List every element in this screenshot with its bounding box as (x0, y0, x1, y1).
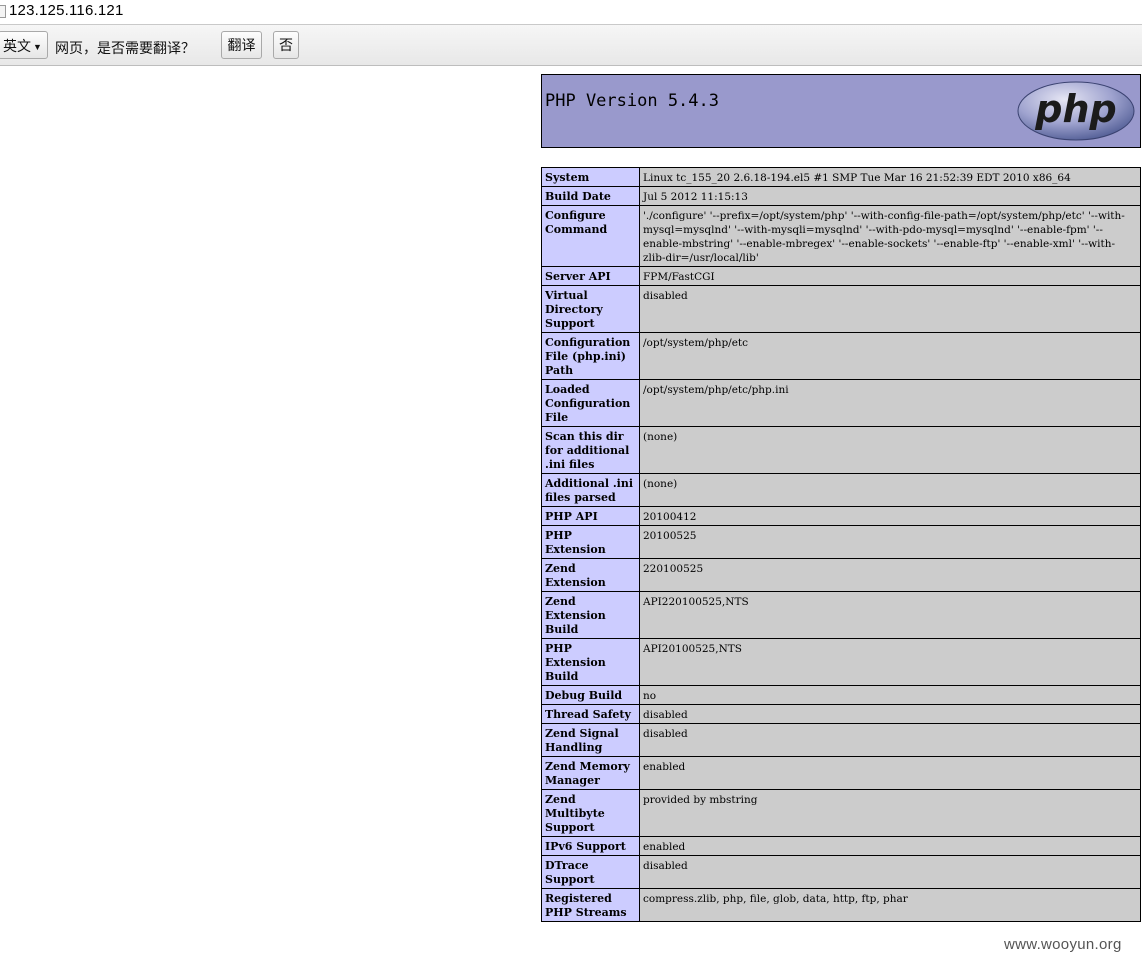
row-value: 20100412 (639, 506, 1141, 526)
row-value: no (639, 685, 1141, 705)
translate-button[interactable]: 翻译 (221, 31, 262, 59)
table-row: Configuration File (php.ini) Path/opt/sy… (541, 332, 1141, 380)
row-label: PHP Extension (541, 525, 640, 559)
row-label: Zend Extension Build (541, 591, 640, 639)
table-row: Zend Signal Handling disabled (541, 723, 1141, 757)
row-label: Configuration File (php.ini) Path (541, 332, 640, 380)
row-value: API20100525,NTS (639, 638, 1141, 686)
table-row: Build Date Jul 5 2012 11:15:13 (541, 186, 1141, 206)
no-button[interactable]: 否 (273, 31, 299, 59)
row-label: Server API (541, 266, 640, 286)
row-value: disabled (639, 285, 1141, 333)
address-text[interactable]: 123.125.116.121 (9, 2, 124, 19)
row-label: Zend Extension (541, 558, 640, 592)
row-value: /opt/system/php/etc/php.ini (639, 379, 1141, 427)
table-row: Additional .ini files parsed (none) (541, 473, 1141, 507)
row-value: API220100525,NTS (639, 591, 1141, 639)
row-value: disabled (639, 855, 1141, 889)
row-label: Configure Command (541, 205, 640, 267)
language-label: 英文 (3, 38, 31, 54)
table-row: Configure Command './configure' '--prefix… (541, 205, 1141, 267)
row-value: 20100525 (639, 525, 1141, 559)
php-version-title: PHP Version 5.4.3 (545, 91, 719, 111)
table-row: PHP Extension 20100525 (541, 525, 1141, 559)
table-row: Zend Multibyte Support provided by mbstri… (541, 789, 1141, 837)
row-value: disabled (639, 704, 1141, 724)
row-value: Linux tc_155_20 2.6.18-194.el5 #1 SMP Tu… (639, 167, 1141, 187)
row-value: disabled (639, 723, 1141, 757)
table-row: Thread Safety disabled (541, 704, 1141, 724)
php-logo-text: php (1034, 87, 1116, 131)
table-row: DTrace Support disabled (541, 855, 1141, 889)
language-select[interactable]: 英文 ▼ (0, 31, 48, 59)
caret-down-icon: ▼ (33, 42, 42, 53)
row-value: Jul 5 2012 11:15:13 (639, 186, 1141, 206)
row-value: enabled (639, 836, 1141, 856)
row-label: Scan this dir for additional .ini files (541, 426, 640, 474)
table-row: PHP Extension Build API20100525,NTS (541, 638, 1141, 686)
row-label: PHP Extension Build (541, 638, 640, 686)
row-label: Additional .ini files parsed (541, 473, 640, 507)
row-label: Debug Build (541, 685, 640, 705)
phpinfo-header: PHP Version 5.4.3 php (541, 74, 1141, 148)
row-label: IPv6 Support (541, 836, 640, 856)
table-row: Zend Memory Manager enabled (541, 756, 1141, 790)
phpinfo-table: System Linux tc_155_20 2.6.18-194.el5 #1 … (541, 167, 1141, 922)
row-label: Registered PHP Streams (541, 888, 640, 922)
row-value: provided by mbstring (639, 789, 1141, 837)
row-value: 220100525 (639, 558, 1141, 592)
row-value: (none) (639, 426, 1141, 474)
row-value: enabled (639, 756, 1141, 790)
row-label: Build Date (541, 186, 640, 206)
table-row: Virtual Directory Support disabled (541, 285, 1141, 333)
row-label: Zend Multibyte Support (541, 789, 640, 837)
row-label: PHP API (541, 506, 640, 526)
translate-prompt: 网页，是否需要翻译？ (55, 40, 195, 56)
row-label: Virtual Directory Support (541, 285, 640, 333)
row-value: /opt/system/php/etc (639, 332, 1141, 380)
row-label: Loaded Configuration File (541, 379, 640, 427)
table-row: PHP API 20100412 (541, 506, 1141, 526)
table-row: IPv6 Support enabled (541, 836, 1141, 856)
table-row: Zend Extension 220100525 (541, 558, 1141, 592)
row-value: (none) (639, 473, 1141, 507)
table-row: System Linux tc_155_20 2.6.18-194.el5 #1 … (541, 167, 1141, 187)
row-value: './configure' '--prefix=/opt/system/php'… (639, 205, 1141, 267)
table-row: Debug Build no (541, 685, 1141, 705)
table-row: Scan this dir for additional .ini files(… (541, 426, 1141, 474)
table-row: Server API FPM/FastCGI (541, 266, 1141, 286)
row-label: DTrace Support (541, 855, 640, 889)
table-row: Registered PHP Streams compress.zlib, php… (541, 888, 1141, 922)
php-logo[interactable]: php (1016, 80, 1136, 142)
row-value: compress.zlib, php, file, glob, data, ht… (639, 888, 1141, 922)
page-icon (0, 5, 6, 18)
row-label: Zend Memory Manager (541, 756, 640, 790)
row-label: Thread Safety (541, 704, 640, 724)
table-row: Zend Extension Build API220100525,NTS (541, 591, 1141, 639)
row-value: FPM/FastCGI (639, 266, 1141, 286)
row-label: System (541, 167, 640, 187)
table-row: Loaded Configuration File/opt/system/php… (541, 379, 1141, 427)
translate-bar: 英文 ▼ 网页，是否需要翻译？ 翻译 否 (0, 25, 1142, 66)
address-bar[interactable]: 123.125.116.121 (0, 0, 1142, 25)
watermark: www.wooyun.org (1004, 936, 1122, 953)
phpinfo-page: PHP Version 5.4.3 php System Linux tc_155… (541, 74, 1141, 922)
row-label: Zend Signal Handling (541, 723, 640, 757)
